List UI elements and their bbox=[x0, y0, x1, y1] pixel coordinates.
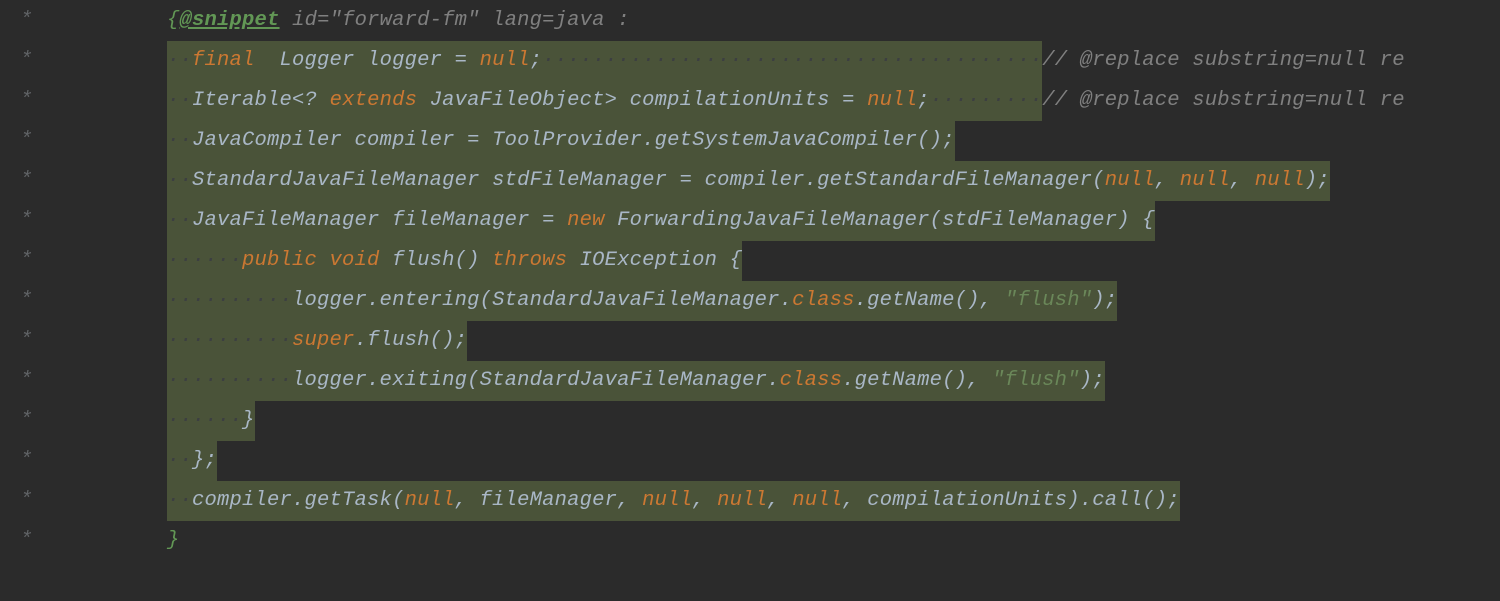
gutter-star: * bbox=[0, 361, 92, 401]
gutter-star: * bbox=[0, 281, 92, 321]
code-editor[interactable]: * {@snippet id="forward-fm" lang=java : … bbox=[0, 0, 1500, 600]
gutter-star: * bbox=[0, 81, 92, 121]
gutter-star: * bbox=[0, 441, 92, 481]
gutter-star: * bbox=[0, 201, 92, 241]
gutter-star: * bbox=[0, 241, 92, 281]
gutter-star: * bbox=[0, 321, 92, 361]
gutter-star: * bbox=[0, 1, 92, 41]
gutter-star: * bbox=[0, 161, 92, 201]
gutter-star: * bbox=[0, 41, 92, 81]
snippet-close-brace: } bbox=[167, 529, 180, 552]
gutter-star: * bbox=[0, 481, 92, 521]
gutter-star: * bbox=[0, 401, 92, 441]
code-line[interactable]: * } bbox=[0, 521, 1500, 561]
gutter-star: * bbox=[0, 521, 92, 561]
gutter-star: * bbox=[0, 121, 92, 161]
